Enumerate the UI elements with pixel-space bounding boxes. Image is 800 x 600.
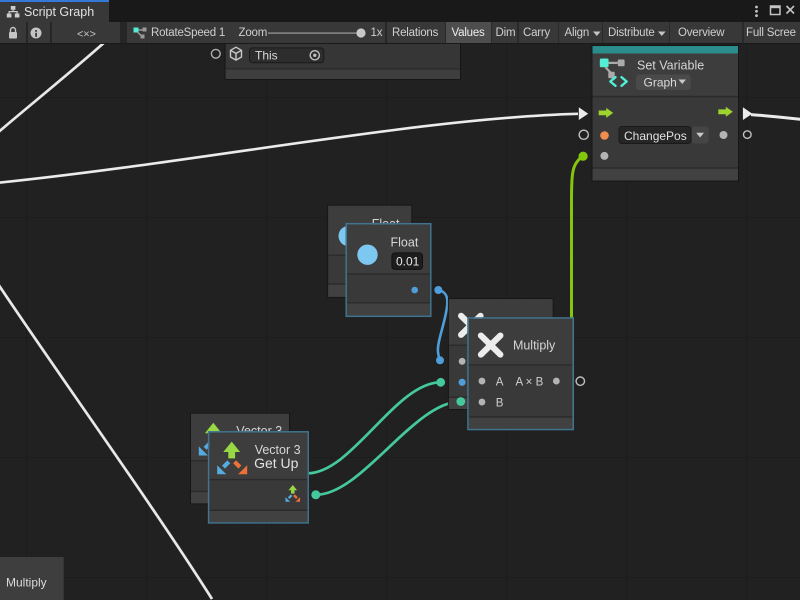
svg-text:<×>: <×> [77, 29, 96, 41]
svg-text:Graph: Graph [644, 75, 677, 89]
svg-text:Multiply: Multiply [6, 576, 47, 590]
svg-text:This: This [255, 49, 278, 63]
svg-text:Set Variable: Set Variable [637, 58, 704, 72]
svg-text:ChangePos: ChangePos [624, 129, 687, 143]
